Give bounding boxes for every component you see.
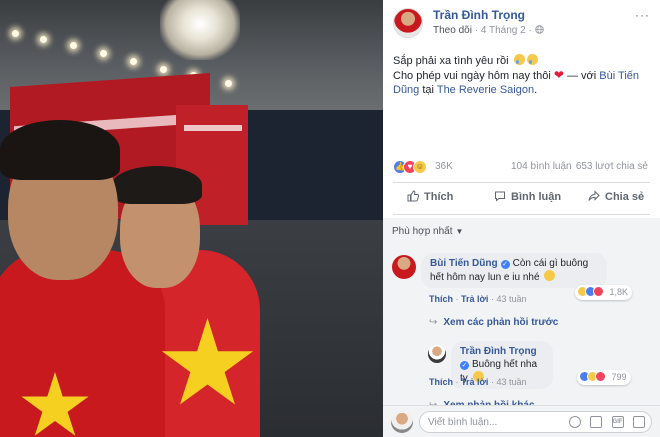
comment-like-link[interactable]: Thích xyxy=(429,294,453,304)
reaction-summary: 👍 ♥ ☺ 36K 104 bình luận 653 lượt chia sẻ xyxy=(393,160,650,176)
follow-link[interactable]: Theo dõi xyxy=(433,25,472,36)
comment-button[interactable]: Bình luận xyxy=(494,190,561,203)
current-user-avatar xyxy=(391,411,413,433)
commenter-avatar[interactable] xyxy=(392,255,416,279)
divider xyxy=(393,214,650,215)
haha-reaction-icon: ☺ xyxy=(413,160,427,174)
globe-icon xyxy=(534,25,544,34)
reaction-count[interactable]: 36K xyxy=(435,161,453,172)
reply-arrow-icon: ↪ xyxy=(429,317,438,328)
crying-emoji-icon xyxy=(513,54,525,65)
comment-reactions[interactable]: 1,8K xyxy=(575,285,633,300)
post-text: Sắp phải xa tình yêu rồi Cho phép vui ng… xyxy=(393,54,639,96)
facebook-photo-viewer: Trần Đình Trọng Theo dõi · 4 Tháng 2 · ·… xyxy=(0,0,660,437)
more-options-icon[interactable]: ··· xyxy=(635,8,650,22)
verified-badge-icon: ✓ xyxy=(460,361,469,370)
reply-reactions[interactable]: 799 xyxy=(577,370,631,385)
reply-time[interactable]: 43 tuần xyxy=(496,377,526,387)
comment-composer: GIF xyxy=(383,405,660,437)
reply-meta: Thích · Trả lời · 43 tuần xyxy=(429,377,527,387)
like-button[interactable]: Thích xyxy=(407,190,453,203)
gif-icon[interactable]: GIF xyxy=(611,416,624,428)
comment-input-box[interactable]: GIF xyxy=(419,411,652,433)
comment-meta: Thích · Trả lời · 43 tuần xyxy=(429,294,527,304)
post-photo[interactable] xyxy=(0,0,383,437)
emoji-picker-icon[interactable] xyxy=(568,416,581,428)
post-header: Trần Đình Trọng Theo dõi · 4 Tháng 2 · ·… xyxy=(393,8,650,40)
post-date[interactable]: 4 Tháng 2 xyxy=(481,25,526,36)
share-count[interactable]: 653 lượt chia sẻ xyxy=(576,161,648,172)
author-name[interactable]: Trần Đình Trọng xyxy=(433,8,525,22)
love-reaction-icon xyxy=(593,286,604,297)
place-link[interactable]: The Reverie Saigon xyxy=(437,84,534,96)
sticker-icon[interactable] xyxy=(633,416,645,428)
reply-reply-link[interactable]: Trả lời xyxy=(461,377,488,387)
post-line-1: Sắp phải xa tình yêu rồi xyxy=(393,55,509,67)
post-meta: Theo dõi · 4 Tháng 2 · xyxy=(433,25,544,36)
comment-icon xyxy=(495,191,505,202)
crying-emoji-icon xyxy=(526,54,538,65)
comment-reaction-count: 1,8K xyxy=(609,287,629,297)
laughing-emoji-icon xyxy=(544,270,556,281)
reply-like-link[interactable]: Thích xyxy=(429,377,453,387)
replier-name[interactable]: Trần Đình Trọng xyxy=(460,346,537,357)
verified-badge-icon: ✓ xyxy=(500,260,510,269)
view-previous-replies-link[interactable]: ↪ Xem các phản hồi trước xyxy=(429,317,558,328)
camera-icon[interactable] xyxy=(590,416,603,428)
reaction-icons[interactable]: 👍 ♥ ☺ xyxy=(393,160,433,174)
comment-reply-link[interactable]: Trả lời xyxy=(461,294,488,304)
author-avatar[interactable] xyxy=(393,8,423,38)
post-actions: Thích Bình luận Chia sẻ xyxy=(393,186,650,212)
divider xyxy=(393,182,650,183)
commenter-name[interactable]: Bùi Tiến Dũng xyxy=(430,258,498,269)
share-button[interactable]: Chia sẻ xyxy=(588,190,644,203)
love-reaction-icon xyxy=(595,371,606,382)
thumbs-up-icon xyxy=(407,190,419,202)
comment-sort-dropdown[interactable]: Phù hợp nhất ▼ xyxy=(392,226,463,237)
heart-icon: ❤ xyxy=(553,68,564,82)
replier-avatar[interactable] xyxy=(428,345,446,363)
share-icon xyxy=(588,190,600,201)
comment-count[interactable]: 104 bình luận xyxy=(511,161,572,172)
caret-down-icon: ▼ xyxy=(455,227,464,236)
post-panel: Trần Đình Trọng Theo dõi · 4 Tháng 2 · ·… xyxy=(383,0,660,437)
reply-reaction-count: 799 xyxy=(611,372,627,382)
post-line-2: Cho phép vui ngày hôm nay thôi xyxy=(393,70,551,82)
comment-input[interactable] xyxy=(428,415,558,429)
comment-time[interactable]: 43 tuần xyxy=(496,294,526,304)
comment-bubble: Bùi Tiến Dũng ✓ Còn cái gì buông hết hôm n… xyxy=(421,253,607,288)
